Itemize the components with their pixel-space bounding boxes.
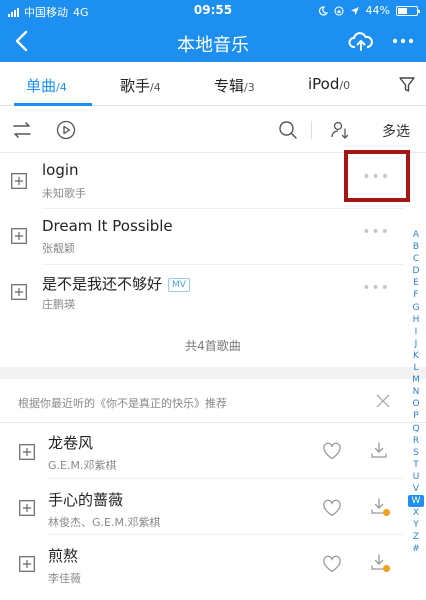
cloud-upload-icon[interactable]	[348, 29, 374, 53]
add-to-playlist-icon[interactable]	[19, 444, 35, 460]
recommend-song-row[interactable]: 煎熬 李佳薇	[0, 535, 426, 591]
tab-albums[interactable]: 专辑/3	[214, 75, 255, 96]
song-artist: 林俊杰、G.E.M.邓紫棋	[48, 516, 161, 529]
toolbar-divider	[311, 121, 312, 139]
header: 本地音乐	[0, 22, 426, 62]
alphabet-index-letter[interactable]: K	[408, 350, 424, 362]
lock-rotation-icon	[333, 5, 344, 16]
song-artist: 李佳薇	[48, 572, 81, 585]
tab-songs[interactable]: 单曲/4	[26, 75, 67, 96]
heart-icon[interactable]	[322, 555, 342, 573]
recommend-song-row[interactable]: 手心的蔷薇 林俊杰、G.E.M.邓紫棋	[0, 479, 426, 535]
section-gap	[0, 367, 426, 379]
song-title: Dream It Possible	[42, 217, 173, 235]
song-title: 手心的蔷薇	[48, 491, 124, 509]
alphabet-index-letter[interactable]: G	[408, 302, 424, 314]
alphabet-index-letter[interactable]: C	[408, 253, 424, 265]
add-to-playlist-icon[interactable]	[11, 284, 27, 300]
alphabet-index-letter[interactable]: #	[408, 543, 424, 555]
alphabet-index-letter[interactable]: P	[408, 410, 424, 422]
song-count-label: 共4首歌曲	[185, 339, 241, 353]
song-artist: G.E.M.邓紫棋	[48, 459, 117, 472]
alphabet-index-letter[interactable]: I	[408, 326, 424, 338]
mv-badge[interactable]: MV	[168, 278, 190, 292]
alphabet-index-letter[interactable]: B	[408, 241, 424, 253]
play-all-icon[interactable]	[56, 120, 76, 140]
tab-ipod[interactable]: iPod/0	[308, 75, 350, 93]
add-to-playlist-icon[interactable]	[11, 173, 27, 189]
battery-percent: 44%	[365, 4, 390, 17]
heart-icon[interactable]	[322, 442, 342, 460]
search-icon[interactable]	[278, 120, 298, 140]
alphabet-index-letter[interactable]: Q	[408, 423, 424, 435]
tab-active-indicator	[14, 103, 92, 106]
alphabet-index-letter[interactable]: A	[408, 229, 424, 241]
alphabet-index-letter[interactable]: D	[408, 265, 424, 277]
song-more-icon[interactable]: •••	[362, 280, 390, 296]
close-icon[interactable]	[376, 394, 390, 408]
alphabet-index-letter[interactable]: T	[408, 459, 424, 471]
alphabet-index-letter[interactable]: E	[408, 277, 424, 289]
vip-coin-icon	[383, 509, 390, 516]
list-toolbar: 多选	[0, 107, 426, 153]
song-more-icon[interactable]: •••	[362, 224, 390, 240]
status-bar: 中国移动 4G 09:55 44%	[0, 0, 426, 22]
top-bar: 中国移动 4G 09:55 44% 本地音乐	[0, 0, 426, 62]
recommend-header: 根据你最近听的《你不是真正的快乐》推荐	[0, 379, 426, 423]
alphabet-index-letter[interactable]: V	[408, 483, 424, 495]
sort-by-singer-icon[interactable]	[330, 120, 350, 140]
alphabet-index-letter[interactable]: Y	[408, 519, 424, 531]
alphabet-index-letter[interactable]: M	[408, 374, 424, 386]
song-artist: 张靓颖	[42, 242, 75, 255]
alphabet-index-letter[interactable]: Z	[408, 531, 424, 543]
multi-select-button[interactable]: 多选	[382, 121, 410, 141]
recommend-song-row[interactable]: 龙卷风 G.E.M.邓紫棋	[0, 423, 426, 479]
alphabet-index-letter[interactable]: X	[408, 507, 424, 519]
song-title: 龙卷风	[48, 434, 94, 452]
add-to-playlist-icon[interactable]	[19, 556, 35, 572]
add-to-playlist-icon[interactable]	[11, 228, 27, 244]
alphabet-index-letter[interactable]: N	[408, 386, 424, 398]
alphabet-index-letter[interactable]: R	[408, 435, 424, 447]
moon-icon	[318, 5, 328, 16]
song-artist: 未知歌手	[42, 187, 86, 200]
vip-coin-icon	[383, 565, 390, 572]
recommend-title: 根据你最近听的《你不是真正的快乐》推荐	[18, 397, 227, 410]
alphabet-index-letter[interactable]: L	[408, 362, 424, 374]
alphabet-index-letter[interactable]: U	[408, 471, 424, 483]
alphabet-index-letter[interactable]: H	[408, 314, 424, 326]
battery-icon	[396, 5, 420, 16]
alphabet-index-letter[interactable]: J	[408, 338, 424, 350]
alphabet-index-letter[interactable]: S	[408, 447, 424, 459]
tab-bar: 单曲/4 歌手/4 专辑/3 iPod/0	[0, 62, 426, 106]
add-to-playlist-icon[interactable]	[19, 500, 35, 516]
song-title: login	[42, 161, 79, 179]
download-icon[interactable]	[370, 441, 388, 459]
more-menu-icon[interactable]	[390, 29, 416, 53]
alphabet-index-letter[interactable]: O	[408, 398, 424, 410]
song-artist: 庄鹏瑛	[42, 298, 75, 311]
song-row[interactable]: Dream It Possible 张靓颖 •••	[0, 209, 426, 265]
alphabet-index[interactable]: A B C D E F G H I J K L M N O P Q R S T U V W X Y Z #	[408, 229, 424, 556]
heart-icon[interactable]	[322, 499, 342, 517]
song-title: 煎熬	[48, 547, 79, 565]
song-title: 是不是我还不够好 MV	[42, 273, 190, 294]
sort-swap-icon[interactable]	[12, 120, 32, 140]
annotation-highlight-box	[344, 150, 410, 202]
filter-icon[interactable]	[398, 76, 416, 94]
alphabet-index-letter[interactable]: W	[408, 495, 424, 508]
song-row[interactable]: 是不是我还不够好 MV 庄鹏瑛 •••	[0, 265, 426, 321]
location-icon	[350, 6, 359, 15]
alphabet-index-letter[interactable]: F	[408, 289, 424, 301]
tab-artists[interactable]: 歌手/4	[120, 75, 161, 96]
